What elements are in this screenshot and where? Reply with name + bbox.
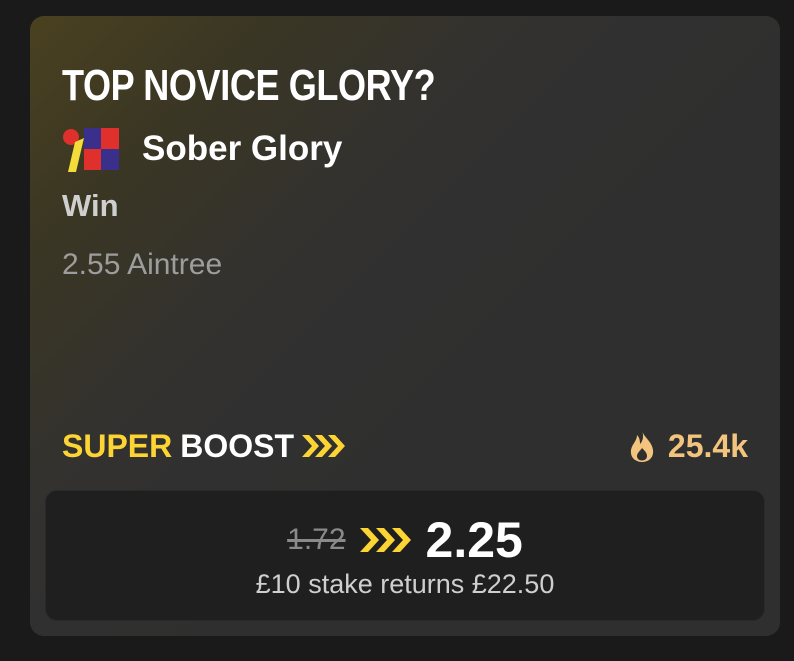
boost-super-text: SUPER	[62, 427, 173, 464]
popularity-count: 25.4k	[667, 427, 748, 464]
old-odds: 1.72	[287, 523, 346, 556]
odds-row: 1.72 2.25	[46, 511, 764, 569]
boost-card[interactable]: TOP NOVICE GLORY? Sober Glory Win 2.55 A…	[30, 16, 780, 636]
popularity-indicator: 25.4k	[628, 421, 748, 471]
boost-word-text: BOOST	[180, 427, 295, 464]
chevrons-right-icon	[302, 435, 346, 457]
super-boost-label: SUPER BOOST	[62, 421, 346, 471]
horse-name: Sober Glory	[142, 129, 343, 168]
racing-silks-icon	[63, 128, 119, 172]
event-label: 2.55 Aintree	[62, 248, 223, 281]
odds-button[interactable]: 1.72 2.25 £10 stake returns £22.50	[45, 490, 765, 621]
chevrons-right-icon	[359, 528, 411, 552]
stake-returns-text: £10 stake returns £22.50	[255, 569, 555, 599]
selection-row: Sober Glory	[62, 124, 342, 174]
flame-icon	[630, 430, 654, 462]
market-label: Win	[62, 188, 119, 223]
card-title: TOP NOVICE GLORY?	[62, 61, 436, 110]
boosted-odds: 2.25	[425, 512, 523, 568]
